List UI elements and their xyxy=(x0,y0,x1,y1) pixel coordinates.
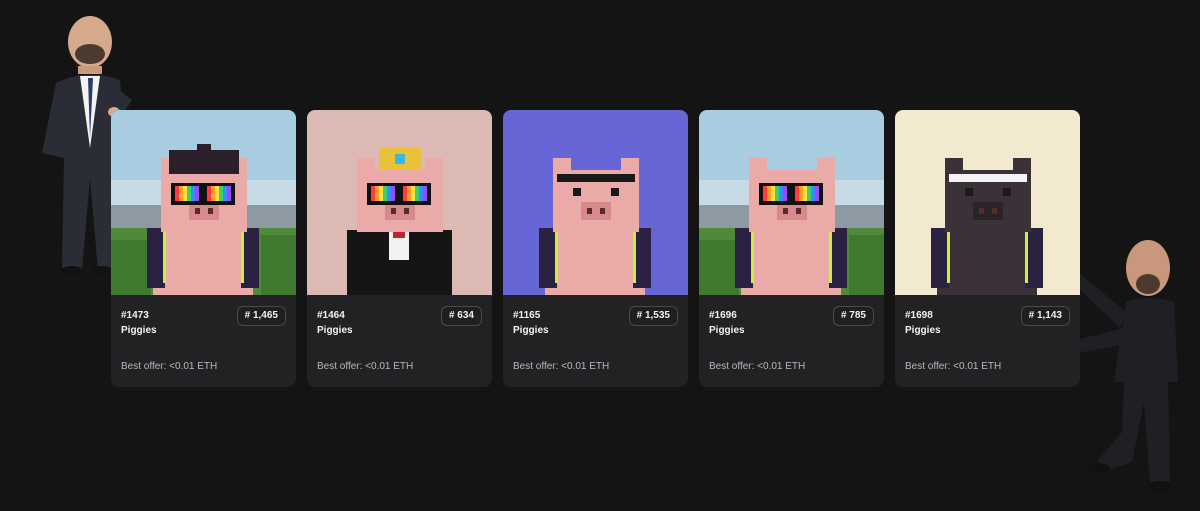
card-info: #1165 # 1,535 Piggies Best offer: <0.01 … xyxy=(503,295,688,387)
card-info: #1696 # 785 Piggies Best offer: <0.01 ET… xyxy=(699,295,884,387)
rank-badge: # 1,465 xyxy=(236,306,286,326)
rank-badge: # 785 xyxy=(832,306,874,326)
pig-avatar-icon xyxy=(307,110,492,295)
nft-card[interactable]: #1473 # 1,465 Piggies Best offer: <0.01 … xyxy=(111,110,296,387)
collection-name[interactable]: Piggies xyxy=(905,325,941,336)
rank-badge: # 1,143 xyxy=(1020,306,1070,326)
card-title: #1165 xyxy=(513,310,541,321)
pig-avatar-icon xyxy=(895,110,1080,295)
card-title: #1698 xyxy=(905,310,933,321)
best-offer: Best offer: <0.01 ETH xyxy=(121,361,218,372)
nft-grid: #1473 # 1,465 Piggies Best offer: <0.01 … xyxy=(111,110,1080,387)
nft-card[interactable]: #1696 # 785 Piggies Best offer: <0.01 ET… xyxy=(699,110,884,387)
card-title: #1473 xyxy=(121,310,149,321)
card-title: #1464 xyxy=(317,310,345,321)
card-info: #1464 # 634 Piggies Best offer: <0.01 ET… xyxy=(307,295,492,387)
collection-name[interactable]: Piggies xyxy=(121,325,157,336)
pig-avatar-icon xyxy=(111,110,296,295)
nft-card[interactable]: #1464 # 634 Piggies Best offer: <0.01 ET… xyxy=(307,110,492,387)
best-offer: Best offer: <0.01 ETH xyxy=(513,361,610,372)
best-offer: Best offer: <0.01 ETH xyxy=(317,361,414,372)
rank-badge: # 1,535 xyxy=(628,306,678,326)
best-offer: Best offer: <0.01 ETH xyxy=(905,361,1002,372)
pig-avatar-icon xyxy=(503,110,688,295)
collection-name[interactable]: Piggies xyxy=(513,325,549,336)
collection-name[interactable]: Piggies xyxy=(317,325,353,336)
collection-name[interactable]: Piggies xyxy=(709,325,745,336)
card-title: #1696 xyxy=(709,310,737,321)
rank-badge: # 634 xyxy=(440,306,482,326)
card-info: #1698 # 1,143 Piggies Best offer: <0.01 … xyxy=(895,295,1080,387)
card-info: #1473 # 1,465 Piggies Best offer: <0.01 … xyxy=(111,295,296,387)
nft-card[interactable]: #1698 # 1,143 Piggies Best offer: <0.01 … xyxy=(895,110,1080,387)
nft-card[interactable]: #1165 # 1,535 Piggies Best offer: <0.01 … xyxy=(503,110,688,387)
best-offer: Best offer: <0.01 ETH xyxy=(709,361,806,372)
pig-avatar-icon xyxy=(699,110,884,295)
